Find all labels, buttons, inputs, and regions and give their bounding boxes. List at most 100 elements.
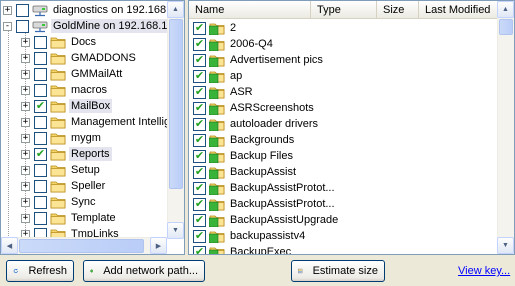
- tree-item-checkbox[interactable]: [34, 131, 47, 145]
- tree-item[interactable]: + ✔ Reports: [21, 146, 112, 162]
- tree-item-checkbox[interactable]: ✔: [34, 147, 47, 161]
- tree-item[interactable]: + diagnostics on 192.168.1.2 (X:: [3, 2, 185, 18]
- list-vscroll-thumb[interactable]: [499, 19, 513, 35]
- folder-icon: [209, 87, 225, 99]
- expand-icon[interactable]: +: [21, 69, 30, 79]
- list-row-checkbox[interactable]: ✔: [193, 69, 206, 83]
- tree-item[interactable]: + ✔ MailBox: [21, 98, 113, 114]
- tree-item[interactable]: + mygm: [21, 130, 103, 146]
- folder-icon: [209, 151, 225, 163]
- column-header-type[interactable]: Type: [311, 1, 377, 19]
- list-row[interactable]: ✔ 2: [193, 20, 238, 36]
- tree-vscroll-thumb[interactable]: [169, 19, 183, 189]
- tree-item-checkbox[interactable]: [16, 19, 29, 33]
- expand-icon[interactable]: +: [21, 213, 30, 223]
- tree-vertical-scrollbar[interactable]: ▲ ▼: [167, 1, 184, 239]
- list-row-checkbox[interactable]: ✔: [193, 229, 206, 243]
- tree-item[interactable]: + Template: [21, 210, 118, 226]
- tree-item-label: diagnostics on 192.168.1.2 (X:: [53, 4, 185, 16]
- expand-icon[interactable]: +: [21, 181, 30, 191]
- list-vertical-scrollbar[interactable]: ▲ ▼: [497, 1, 514, 254]
- folder-list[interactable]: Name Type Size Last Modified ✔ 2 ✔ 2006-Q4 ✔…: [188, 0, 515, 255]
- tree-item-checkbox[interactable]: [34, 83, 47, 97]
- list-row-checkbox[interactable]: ✔: [193, 37, 206, 51]
- list-row-name: BackupAssistProtot...: [230, 182, 335, 194]
- list-row-checkbox[interactable]: ✔: [193, 213, 206, 227]
- tree-item-checkbox[interactable]: [34, 179, 47, 193]
- tree-item-checkbox[interactable]: [34, 67, 47, 81]
- list-row-checkbox[interactable]: ✔: [193, 149, 206, 163]
- view-key-link[interactable]: View key...: [458, 265, 510, 277]
- list-row[interactable]: ✔ 2006-Q4: [193, 36, 275, 52]
- tree-item[interactable]: + GMMailAtt: [21, 66, 124, 82]
- column-header-size[interactable]: Size: [377, 1, 419, 19]
- tree-item-checkbox[interactable]: [34, 35, 47, 49]
- expand-icon[interactable]: +: [21, 37, 30, 47]
- list-row-checkbox[interactable]: ✔: [193, 101, 206, 115]
- list-row[interactable]: ✔ Backup Files: [193, 148, 295, 164]
- expand-icon[interactable]: +: [21, 85, 30, 95]
- tree-item[interactable]: + macros: [21, 82, 109, 98]
- column-header-last-modified[interactable]: Last Modified: [419, 1, 499, 19]
- tree-item[interactable]: - GoldMine on 192.168.1.2 (Y:): [3, 18, 184, 34]
- tree-item-checkbox[interactable]: [34, 51, 47, 65]
- list-row[interactable]: ✔ autoloader drivers: [193, 116, 320, 132]
- tree-item[interactable]: + Docs: [21, 34, 98, 50]
- scroll-down-arrow-icon[interactable]: ▼: [497, 237, 514, 254]
- list-row-checkbox[interactable]: ✔: [193, 117, 206, 131]
- list-row[interactable]: ✔ BackupAssist: [193, 164, 298, 180]
- list-row[interactable]: ✔ BackupExec: [193, 244, 293, 254]
- folder-icon: [50, 69, 66, 81]
- tree-horizontal-scrollbar[interactable]: ◀ ▶: [1, 237, 167, 254]
- list-row-checkbox[interactable]: ✔: [193, 165, 206, 179]
- tree-item[interactable]: + Setup: [21, 162, 102, 178]
- tree-item-checkbox[interactable]: [34, 195, 47, 209]
- list-row[interactable]: ✔ ASRScreenshots: [193, 100, 316, 116]
- tree-item[interactable]: + Sync: [21, 194, 97, 210]
- tree-item-checkbox[interactable]: [34, 163, 47, 177]
- list-row[interactable]: ✔ ap: [193, 68, 244, 84]
- expand-icon[interactable]: +: [3, 5, 12, 15]
- expand-icon[interactable]: +: [21, 133, 30, 143]
- tree-item[interactable]: + Management Intelligence: [21, 114, 184, 130]
- list-row-checkbox[interactable]: ✔: [193, 21, 206, 35]
- tree-item-checkbox[interactable]: [34, 115, 47, 129]
- list-row[interactable]: ✔ BackupAssistUpgrade: [193, 212, 340, 228]
- folder-tree[interactable]: + diagnostics on 192.168.1.2 (X: - GoldMine…: [0, 0, 185, 255]
- expand-icon[interactable]: +: [21, 149, 30, 159]
- list-row-checkbox[interactable]: ✔: [193, 53, 206, 67]
- list-row-checkbox[interactable]: ✔: [193, 181, 206, 195]
- expand-icon[interactable]: +: [21, 197, 30, 207]
- estimate-size-button[interactable]: Estimate size: [291, 260, 385, 282]
- scroll-right-arrow-icon[interactable]: ▶: [150, 237, 167, 254]
- collapse-icon[interactable]: -: [3, 21, 12, 31]
- list-row[interactable]: ✔ Backgrounds: [193, 132, 296, 148]
- list-row-checkbox[interactable]: ✔: [193, 197, 206, 211]
- expand-icon[interactable]: +: [21, 101, 30, 111]
- tree-item-checkbox[interactable]: [16, 3, 29, 17]
- list-row[interactable]: ✔ BackupAssistProtot...: [193, 180, 337, 196]
- list-row[interactable]: ✔ BackupAssistProtot...: [193, 196, 337, 212]
- column-header-name[interactable]: Name: [189, 1, 311, 19]
- scroll-down-arrow-icon[interactable]: ▼: [167, 222, 184, 239]
- tree-item-checkbox[interactable]: ✔: [34, 99, 47, 113]
- tree-hscroll-thumb[interactable]: [19, 239, 144, 253]
- list-row[interactable]: ✔ ASR: [193, 84, 255, 100]
- list-row[interactable]: ✔ backupassistv4: [193, 228, 307, 244]
- list-row[interactable]: ✔ Advertisement pics: [193, 52, 325, 68]
- scroll-up-arrow-icon[interactable]: ▲: [497, 1, 514, 18]
- list-row-name: ASR: [230, 86, 253, 98]
- list-row-checkbox[interactable]: ✔: [193, 133, 206, 147]
- tree-item-checkbox[interactable]: [34, 211, 47, 225]
- list-row-checkbox[interactable]: ✔: [193, 245, 206, 254]
- scroll-up-arrow-icon[interactable]: ▲: [167, 1, 184, 18]
- expand-icon[interactable]: +: [21, 53, 30, 63]
- expand-icon[interactable]: +: [21, 117, 30, 127]
- refresh-button[interactable]: Refresh: [6, 260, 74, 282]
- expand-icon[interactable]: +: [21, 165, 30, 175]
- tree-item[interactable]: + GMADDONS: [21, 50, 138, 66]
- tree-item[interactable]: + Speller: [21, 178, 107, 194]
- list-row-checkbox[interactable]: ✔: [193, 85, 206, 99]
- add-network-path-button[interactable]: Add network path...: [83, 260, 205, 282]
- scroll-left-arrow-icon[interactable]: ◀: [1, 237, 18, 254]
